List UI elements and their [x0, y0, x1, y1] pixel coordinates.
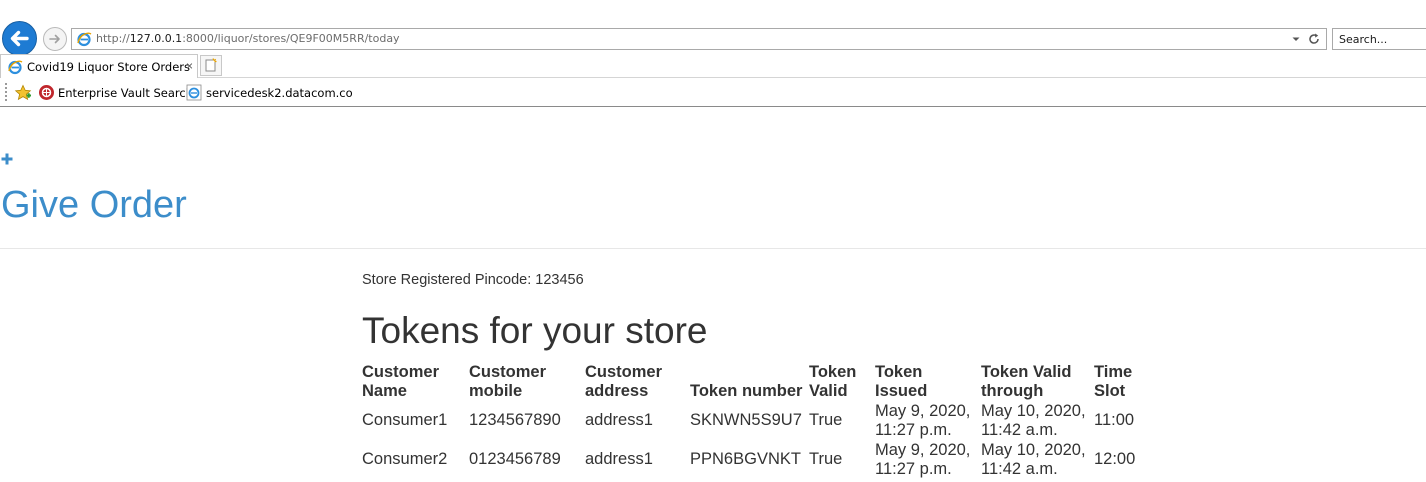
column-header: Customer address [585, 363, 663, 400]
column-header: Token number [690, 382, 803, 400]
column-header: Customer Name [362, 363, 440, 400]
cell-token-valid: True [809, 411, 843, 429]
ie-tab-icon [8, 60, 23, 75]
favorite-label: Enterprise Vault Search [58, 86, 193, 100]
column-header: Token Issued [875, 363, 928, 400]
favorites-star-icon[interactable] [14, 84, 32, 102]
cell-token-number: SKNWN5S9U7 [690, 411, 802, 429]
give-order-link[interactable]: Give Order [1, 184, 187, 227]
tab-active[interactable]: Covid19 Liquor Store Orders × [0, 54, 198, 78]
favorites-grip [5, 83, 9, 101]
tab-title: Covid19 Liquor Store Orders [27, 60, 190, 74]
tokens-table: Customer Name Customer mobile Customer a… [362, 363, 1142, 479]
table-header-row: Customer Name Customer mobile Customer a… [362, 363, 1142, 401]
cell-time-slot: 11:00 [1094, 411, 1135, 429]
new-tab-button[interactable] [200, 55, 222, 76]
url-host: 127.0.0.1 [129, 32, 183, 45]
forward-arrow-icon [49, 34, 60, 44]
store-pincode: Store Registered Pincode: 123456 [362, 272, 584, 288]
address-url[interactable]: http://127.0.0.1:8000/liquor/stores/QE9F… [96, 32, 400, 45]
favorite-label: servicedesk2.datacom.co [206, 86, 353, 100]
vault-icon [39, 85, 54, 100]
forward-button[interactable] [43, 27, 67, 51]
cell-token-valid-through: May 10, 2020, 11:42 a.m. [981, 401, 1086, 439]
url-path: :8000/liquor/stores/QE9F00M5RR/today [182, 32, 400, 45]
column-header: Time Slot [1094, 363, 1133, 400]
table-row: Consumer1 1234567890 address1 SKNWN5S9U7… [362, 401, 1142, 440]
cell-time-slot: 12:00 [1094, 450, 1136, 468]
favorites-bar: Enterprise Vault Search servicedesk2.dat… [0, 79, 1426, 107]
cell-token-issued: May 9, 2020, 11:27 p.m. [875, 440, 971, 478]
cell-customer-address: address1 [585, 411, 653, 429]
address-bar[interactable]: http://127.0.0.1:8000/liquor/stores/QE9F… [71, 28, 1327, 50]
ie-favorite-icon [186, 84, 202, 101]
cell-token-valid-through: May 10, 2020, 11:42 a.m. [981, 440, 1086, 478]
column-header: Token Valid [809, 363, 857, 400]
table-row: Consumer2 0123456789 address1 PPN6BGVNKT… [362, 440, 1142, 479]
address-dropdown-icon[interactable] [1290, 33, 1302, 45]
cell-token-number: PPN6BGVNKT [690, 450, 801, 468]
back-button[interactable] [2, 21, 37, 56]
new-tab-icon [205, 58, 217, 72]
cell-token-valid: True [809, 450, 843, 468]
browser-search-box[interactable] [1332, 28, 1426, 50]
ie-page-icon [77, 32, 92, 47]
tokens-heading: Tokens for your store [362, 310, 708, 351]
cell-customer-name: Consumer1 [362, 411, 448, 429]
plus-icon[interactable] [0, 152, 14, 166]
tab-row-divider [198, 77, 1426, 78]
browser-search-input[interactable] [1339, 30, 1426, 48]
cell-customer-mobile: 0123456789 [469, 450, 561, 468]
back-arrow-icon [10, 30, 29, 47]
cell-customer-address: address1 [585, 450, 653, 468]
cell-token-issued: May 9, 2020, 11:27 p.m. [875, 401, 971, 439]
browser-chrome: http://127.0.0.1:8000/liquor/stores/QE9F… [0, 0, 1426, 108]
column-header: Token Valid through [981, 363, 1072, 400]
cell-customer-name: Consumer2 [362, 450, 448, 468]
site-navbar: Give Order [0, 108, 1426, 249]
column-header: Customer mobile [469, 363, 547, 400]
refresh-icon[interactable] [1307, 32, 1321, 46]
tab-strip: Covid19 Liquor Store Orders × [0, 54, 1426, 78]
url-scheme: http:// [96, 32, 130, 45]
cell-customer-mobile: 1234567890 [469, 411, 561, 429]
tab-close-icon[interactable]: × [186, 59, 193, 73]
